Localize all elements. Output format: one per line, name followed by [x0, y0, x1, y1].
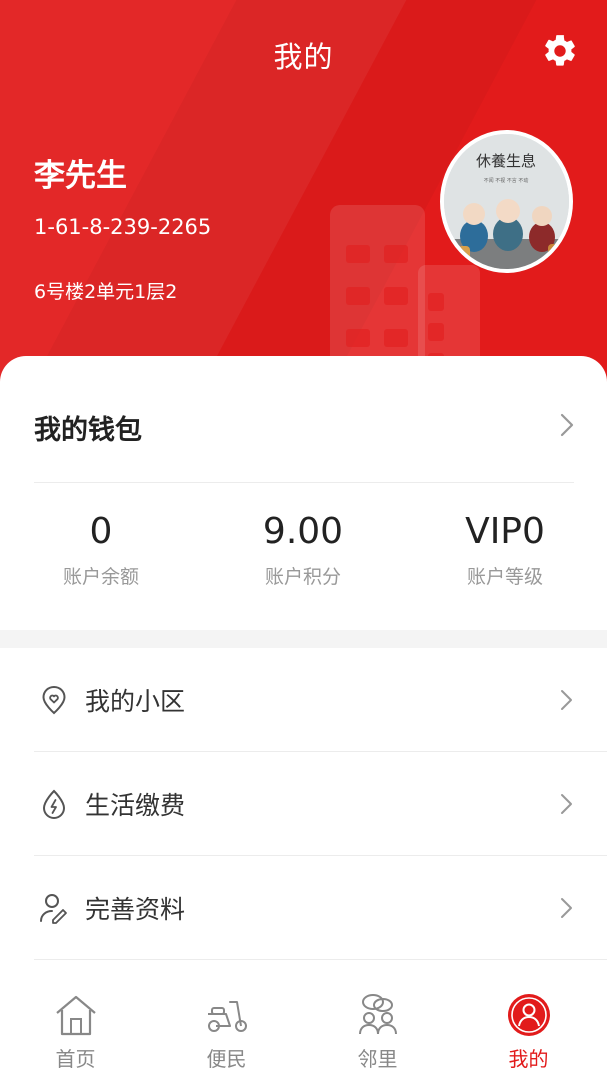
avatar[interactable]: 休養生息 不闻 不视 不言 不动 — [440, 130, 573, 273]
stat-value: 0 — [89, 511, 113, 552]
stat-label: 账户积分 — [264, 566, 341, 588]
home-icon — [56, 995, 96, 1036]
stat-points[interactable]: 9.00 账户积分 — [202, 508, 404, 589]
scooter-icon — [208, 1001, 247, 1032]
stat-label: 账户等级 — [466, 566, 543, 588]
energy-bolt-icon — [42, 789, 66, 819]
avatar-caption: 休養生息 — [476, 152, 536, 170]
stat-label: 账户余额 — [62, 566, 139, 588]
wallet-divider — [34, 482, 574, 483]
chevron-right-icon[interactable] — [556, 412, 578, 438]
nav-item-neighbors[interactable]: 邻里 — [302, 980, 453, 1080]
nav-item-mine[interactable]: 我的 — [453, 980, 604, 1080]
menu-label: 生活缴费 — [85, 791, 186, 820]
menu-label: 我的小区 — [85, 687, 186, 716]
chevron-right-icon — [561, 690, 572, 710]
nav-label: 我的 — [508, 1047, 549, 1071]
user-address: 6号楼2单元1层2 — [34, 281, 178, 303]
profile-edit-icon — [40, 894, 67, 924]
gear-icon[interactable] — [541, 32, 579, 70]
menu-item-utility-payment[interactable]: 生活缴费 — [0, 752, 607, 856]
profile-header: 我的 李先生 1-61-8-239-2265 6号楼2单元1层2 休養生息 不闻… — [0, 0, 607, 400]
menu-divider — [34, 959, 607, 960]
location-pin-heart-icon — [42, 685, 66, 715]
nav-item-home[interactable]: 首页 — [0, 980, 151, 1080]
chevron-right-icon — [561, 898, 572, 918]
wallet-title[interactable]: 我的钱包 — [34, 408, 142, 447]
nav-label: 首页 — [55, 1047, 96, 1071]
bottom-nav: 首页 便民 邻里 我的 — [0, 980, 607, 1080]
nav-item-convenience[interactable]: 便民 — [151, 980, 302, 1080]
user-name: 李先生 — [34, 158, 127, 194]
menu-label: 完善资料 — [85, 895, 186, 924]
user-icon — [508, 994, 550, 1036]
menu-item-my-community[interactable]: 我的小区 — [0, 648, 607, 752]
user-phone: 1-61-8-239-2265 — [34, 215, 212, 239]
section-separator — [0, 630, 607, 648]
neighbors-icon — [359, 994, 397, 1035]
avatar-image: 休養生息 不闻 不视 不言 不动 — [444, 134, 569, 269]
stat-level[interactable]: VIP0 账户等级 — [404, 508, 606, 589]
avatar-subcaption: 不闻 不视 不言 不动 — [484, 177, 529, 184]
menu-item-complete-profile[interactable]: 完善资料 — [0, 856, 607, 960]
wallet-card: 我的钱包 0 账户余额 9.00 账户积分 VIP0 账户等级 — [0, 356, 607, 630]
stat-value: VIP0 — [465, 511, 545, 552]
nav-label: 便民 — [206, 1047, 247, 1071]
stat-value: 9.00 — [262, 511, 344, 552]
stat-balance[interactable]: 0 账户余额 — [0, 508, 202, 589]
chevron-right-icon — [561, 794, 572, 814]
nav-label: 邻里 — [357, 1047, 398, 1071]
page-title: 我的 — [273, 40, 334, 74]
